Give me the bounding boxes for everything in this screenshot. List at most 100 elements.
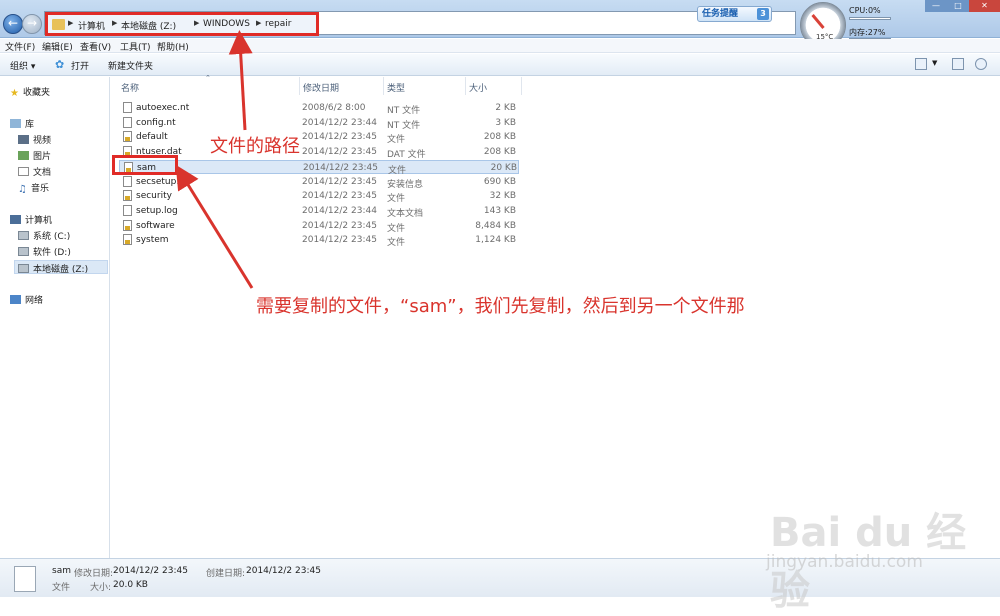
table-row[interactable]: ntuser.dat 2014/12/2 23:45 DAT 文件 208 KB xyxy=(119,145,519,160)
menu-help[interactable]: 帮助(H) xyxy=(157,40,189,53)
cpu-label: CPU:0% xyxy=(849,6,881,15)
forward-button[interactable]: → xyxy=(22,14,42,34)
file-size: 208 KB xyxy=(483,147,516,158)
file-date: 2014/12/2 23:45 xyxy=(302,147,377,158)
file-date: 2008/6/2 8:00 xyxy=(302,103,366,113)
breadcrumb-drive[interactable]: 本地磁盘 (Z:) xyxy=(121,19,176,32)
sort-caret-icon: ⌃ xyxy=(205,74,211,82)
detail-created-label: 创建日期: xyxy=(206,569,246,579)
file-date: 2014/12/2 23:45 xyxy=(302,191,377,202)
table-row[interactable]: autoexec.nt 2008/6/2 8:00 NT 文件 2 KB xyxy=(119,101,519,116)
file-date: 2014/12/2 23:45 xyxy=(302,132,377,143)
nav-drive-c[interactable]: 系统 (C:) xyxy=(18,229,70,242)
annotation-copy-note: 需要复制的文件，“sam”，我们先复制，然后到另一个文件那 xyxy=(256,296,745,317)
file-date: 2014/12/2 23:45 xyxy=(302,176,377,187)
back-button[interactable]: ← xyxy=(3,14,23,34)
annotation-path-note: 文件的路径 xyxy=(210,136,300,157)
file-type: NT 文件 xyxy=(387,120,421,131)
nav-drive-z[interactable]: 本地磁盘 (Z:) xyxy=(18,262,88,275)
column-divider[interactable] xyxy=(465,77,466,95)
preview-pane-icon[interactable] xyxy=(952,58,964,70)
detail-size-value: 20.0 KB xyxy=(113,580,148,590)
breadcrumb-computer[interactable]: 计算机 xyxy=(78,19,105,32)
nav-computer[interactable]: 计算机 xyxy=(10,213,52,226)
column-header-name[interactable]: 名称 xyxy=(121,81,139,94)
table-row[interactable]: software 2014/12/2 23:45 文件 8,484 KB xyxy=(119,219,519,234)
table-row[interactable]: secsetup.inf 2014/12/2 23:45 安装信息 690 KB xyxy=(119,175,519,190)
nav-favorites[interactable]: ★ 收藏夹 xyxy=(10,85,50,99)
document-icon xyxy=(18,167,29,176)
chevron-right-icon: ▶ xyxy=(194,19,200,27)
picture-icon xyxy=(18,151,29,160)
nav-library-videos[interactable]: 视频 xyxy=(18,133,51,146)
menu-file[interactable]: 文件(F) xyxy=(5,40,35,53)
forward-arrow-icon: → xyxy=(26,16,38,30)
file-name: system xyxy=(136,235,169,246)
column-header-type[interactable]: 类型 xyxy=(387,81,405,94)
nav-library-label: 图片 xyxy=(33,152,52,162)
file-name: config.nt xyxy=(136,117,176,128)
column-divider[interactable] xyxy=(383,77,384,95)
sam-highlight-box xyxy=(112,155,178,175)
library-icon xyxy=(10,119,21,128)
breadcrumb-windows[interactable]: WINDOWS xyxy=(203,19,250,29)
table-row[interactable]: setup.log 2014/12/2 23:44 文本文档 143 KB xyxy=(119,204,519,219)
file-type: 文件 xyxy=(387,223,406,234)
back-arrow-icon: ← xyxy=(7,16,19,30)
view-options-icon[interactable] xyxy=(915,58,927,70)
nav-drive-label: 本地磁盘 (Z:) xyxy=(33,265,89,275)
new-folder-button[interactable]: 新建文件夹 xyxy=(108,59,153,72)
file-name: autoexec.nt xyxy=(136,103,190,113)
file-icon xyxy=(123,116,132,128)
table-row[interactable]: security 2014/12/2 23:45 文件 32 KB xyxy=(119,189,519,204)
nav-drive-d[interactable]: 软件 (D:) xyxy=(18,245,71,258)
menu-tools[interactable]: 工具(T) xyxy=(120,40,151,53)
task-count-badge: 3 xyxy=(757,8,769,20)
table-row[interactable]: system 2014/12/2 23:45 文件 1,124 KB xyxy=(119,233,519,249)
system-monitor: CPU:0% 内存:27% xyxy=(846,5,894,43)
table-row[interactable]: sam 2014/12/2 23:45 文件 20 KB xyxy=(119,159,519,176)
menu-edit[interactable]: 编辑(E) xyxy=(42,40,73,53)
column-header-size[interactable]: 大小 xyxy=(469,81,487,94)
table-row[interactable]: default 2014/12/2 23:45 文件 208 KB xyxy=(119,130,519,145)
help-icon[interactable] xyxy=(975,58,987,70)
nav-network[interactable]: 网络 xyxy=(10,293,43,306)
file-type: 文件 xyxy=(387,238,406,249)
file-icon xyxy=(123,102,132,113)
file-date: 2014/12/2 23:45 xyxy=(303,162,378,173)
open-button[interactable]: 打开 xyxy=(71,59,89,72)
breadcrumb-repair[interactable]: repair xyxy=(265,19,291,29)
column-divider[interactable] xyxy=(299,77,300,95)
file-name: secsetup.inf xyxy=(136,176,191,187)
file-size: 8,484 KB xyxy=(475,220,516,231)
file-date: 2014/12/2 23:44 xyxy=(302,205,377,216)
column-divider[interactable] xyxy=(521,77,522,95)
file-icon xyxy=(123,190,132,202)
nav-computer-label: 计算机 xyxy=(25,216,53,226)
organize-button[interactable]: 组织 ▾ xyxy=(10,59,35,72)
address-bar[interactable]: ▶ 计算机 ▶ 本地磁盘 (Z:) ▶ WINDOWS ▶ repair xyxy=(44,11,796,36)
maximize-button[interactable]: □ xyxy=(947,0,969,12)
detail-file-name: sam xyxy=(52,566,71,576)
nav-library-music[interactable]: ♫ 音乐 xyxy=(18,181,49,195)
minimize-button[interactable]: — xyxy=(925,0,947,12)
table-row[interactable]: config.nt 2014/12/2 23:44 NT 文件 3 KB xyxy=(119,116,519,131)
menu-view[interactable]: 查看(V) xyxy=(80,40,111,53)
column-header-date[interactable]: 修改日期 xyxy=(303,81,339,94)
task-reminder-label: 任务提醒 xyxy=(702,9,739,19)
detail-modified-value: 2014/12/2 23:45 xyxy=(113,566,188,576)
file-icon xyxy=(123,131,132,143)
nav-library-documents[interactable]: 文档 xyxy=(18,165,51,178)
close-button[interactable]: ✕ xyxy=(969,0,1000,12)
drive-icon xyxy=(18,231,29,240)
drive-icon xyxy=(18,264,29,273)
nav-libraries[interactable]: 库 xyxy=(10,117,34,130)
detail-modified-label: 修改日期: xyxy=(74,569,114,579)
nav-drive-label: 系统 (C:) xyxy=(33,232,71,242)
task-reminder-button[interactable]: 任务提醒 3 xyxy=(697,6,772,22)
chevron-down-icon[interactable]: ▼ xyxy=(932,59,937,67)
open-icon: ✿ xyxy=(55,58,65,71)
file-size: 690 KB xyxy=(483,176,516,187)
nav-network-label: 网络 xyxy=(25,296,44,306)
nav-library-pictures[interactable]: 图片 xyxy=(18,149,51,162)
